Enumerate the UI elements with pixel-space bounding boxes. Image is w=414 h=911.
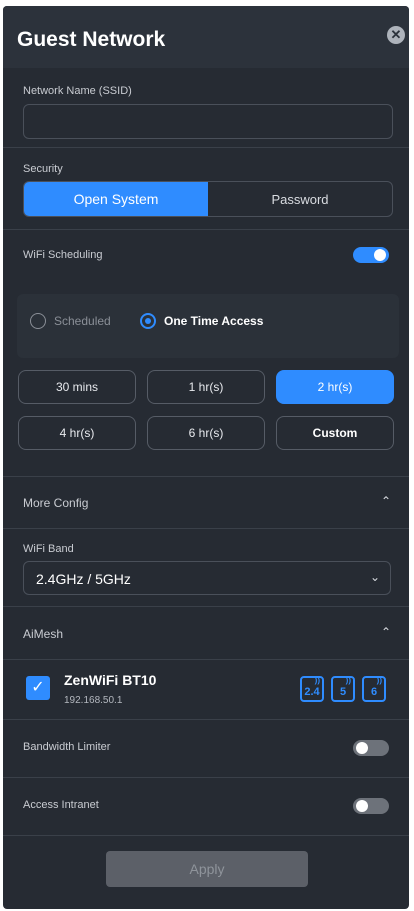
ssid-label: Network Name (SSID) [23,85,132,97]
divider [3,777,409,778]
divider [3,147,409,148]
chevron-up-icon[interactable]: ⌃ [381,625,391,639]
band-6g-icon: )) 6 [362,676,386,702]
wifi-band-value: 2.4GHz / 5GHz [36,571,131,587]
access-intranet-toggle[interactable] [353,798,389,814]
toggle-knob [356,800,368,812]
divider [3,719,409,720]
duration-1-hr-button[interactable]: 1 hr(s) [147,370,265,404]
wifi-band-select[interactable]: 2.4GHz / 5GHz ⌄ [23,561,391,595]
radio-circle-icon [30,313,46,329]
access-intranet-label: Access Intranet [23,799,99,811]
band-5g-icon: )) 5 [331,676,355,702]
aimesh-node-checkbox[interactable]: ✓ [26,676,50,700]
ssid-input[interactable] [23,104,393,139]
bandwidth-limiter-toggle[interactable] [353,740,389,756]
radio-one-time-access[interactable]: One Time Access [140,313,263,329]
band-2g-icon: )) 2.4 [300,676,324,702]
security-label: Security [23,163,63,175]
divider [3,528,409,529]
wifi-band-label: WiFi Band [23,543,74,555]
divider [3,229,409,230]
aimesh-node-ip: 192.168.50.1 [64,695,123,706]
radio-one-time-access-label: One Time Access [164,314,264,328]
panel-header: Guest Network ✕ [3,6,409,68]
toggle-knob [356,742,368,754]
duration-30-mins-button[interactable]: 30 mins [18,370,136,404]
apply-button[interactable]: Apply [106,851,308,887]
toggle-knob [374,249,386,261]
page-title: Guest Network [17,28,166,51]
more-config-label: More Config [23,496,89,510]
band-2g-label: 2.4 [304,686,320,698]
radio-scheduled-label: Scheduled [54,314,111,328]
duration-6-hr-button[interactable]: 6 hr(s) [147,416,265,450]
chevron-down-icon: ⌄ [369,570,380,584]
divider [3,835,409,836]
security-segmented-control: Open System Password [23,181,393,217]
duration-4-hr-button[interactable]: 4 hr(s) [18,416,136,450]
aimesh-label: AiMesh [23,627,64,641]
radio-scheduled[interactable]: Scheduled [30,313,111,329]
wifi-scheduling-toggle[interactable] [353,247,389,263]
bandwidth-limiter-label: Bandwidth Limiter [23,741,111,753]
close-icon[interactable]: ✕ [387,26,405,44]
security-password-button[interactable]: Password [208,182,392,216]
duration-custom-button[interactable]: Custom [276,416,394,450]
wifi-scheduling-label: WiFi Scheduling [23,249,103,261]
divider [3,606,409,607]
divider [3,659,409,660]
duration-2-hr-button[interactable]: 2 hr(s) [276,370,394,404]
aimesh-node-name: ZenWiFi BT10 [64,672,157,688]
security-open-system-button[interactable]: Open System [24,182,208,216]
band-6g-label: 6 [370,686,378,698]
guest-network-panel: Guest Network ✕ Network Name (SSID) Secu… [3,6,409,909]
band-5g-label: 5 [339,686,347,698]
radio-selected-icon [140,313,156,329]
divider [3,476,409,477]
chevron-up-icon[interactable]: ⌃ [381,494,391,508]
